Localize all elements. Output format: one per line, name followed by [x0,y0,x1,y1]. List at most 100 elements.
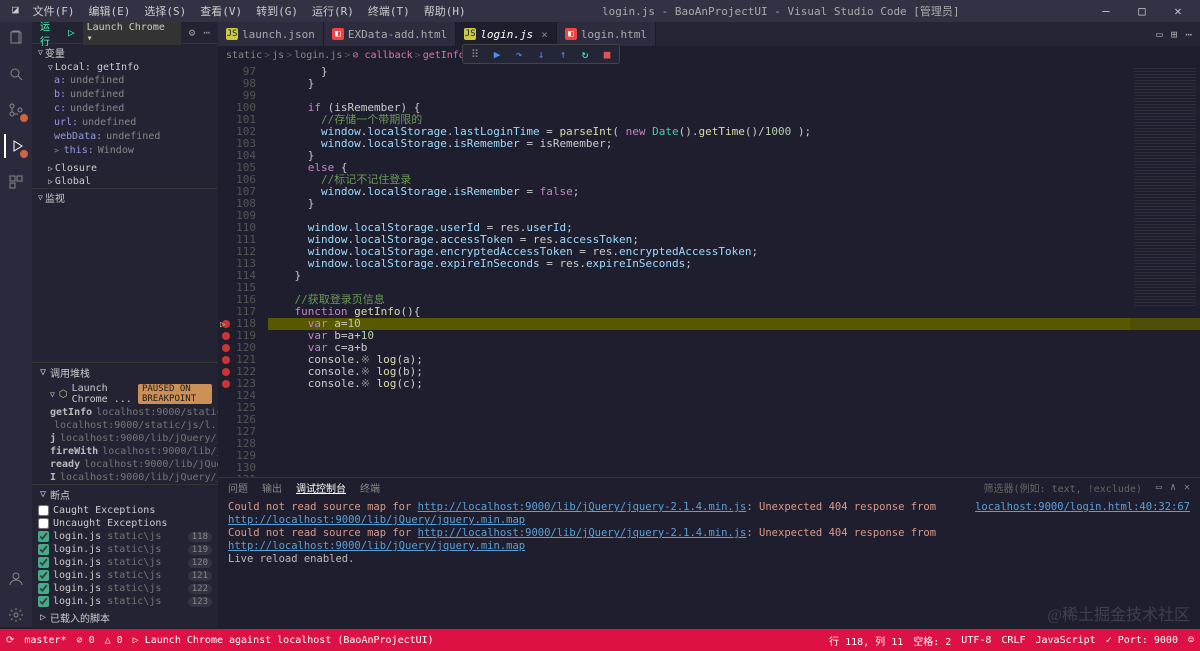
breadcrumb-item[interactable]: static [226,50,262,61]
console-link[interactable]: http://localhost:9000/lib/jQuery/jquery-… [418,527,747,539]
callstack-thread[interactable]: ▽⬡ Launch Chrome ... PAUSED ON BREAKPOIN… [32,382,218,406]
code-editor[interactable]: 9798991001011021031041051061071081091101… [218,64,1200,477]
variables-scope[interactable]: ▽Local: getInfo [32,61,218,74]
breakpoint-item[interactable]: login.js static\js123 [32,595,218,608]
debug-action-button[interactable]: ↑ [555,47,571,61]
debug-action-button[interactable]: ■ [599,47,615,61]
source-control-icon[interactable] [4,98,28,122]
status-item[interactable]: ⊘ 0 [77,635,95,646]
uncaught-exceptions[interactable]: Uncaught Exceptions [32,517,218,530]
status-item[interactable]: ▷ Launch Chrome against localhost (BaoAn… [133,635,434,646]
variables-section[interactable]: ▽变量 [32,44,218,61]
panel-tab[interactable]: 问题 [228,480,248,495]
menu-item[interactable]: 转到(G) [250,1,304,21]
global-scope[interactable]: ▷Global [32,175,218,188]
debug-console[interactable]: localhost:9000/login.html:40:32:67 Could… [218,497,1200,627]
debug-action-button[interactable]: ↷ [511,47,527,61]
explorer-icon[interactable] [4,26,28,50]
breakpoint-item[interactable]: login.js static\js121 [32,569,218,582]
loaded-scripts-section[interactable]: ▷已载入的脚本 [32,608,218,627]
variable-item[interactable]: url:undefined [54,116,212,130]
tab-action-icon[interactable]: ⋯ [1185,28,1192,41]
launch-config-select[interactable]: Launch Chrome ▾ [83,22,181,45]
callstack-section[interactable]: ▽调用堆栈 [32,363,218,382]
menu-item[interactable]: 终端(T) [362,1,416,21]
minimize-button[interactable]: — [1092,4,1120,18]
console-link[interactable]: http://localhost:9000/lib/jQuery/jquery.… [228,540,525,552]
panel-tab[interactable]: 输出 [262,480,282,495]
stack-frame[interactable]: readylocalhost:9000/lib/jQuery/jquer... [32,458,218,471]
account-icon[interactable] [4,567,28,591]
panel-action-icon[interactable]: ✕ [1184,482,1190,493]
variable-item[interactable]: c:undefined [54,102,212,116]
breadcrumb-item[interactable]: getInfo [423,50,465,61]
minimap[interactable] [1130,64,1200,477]
editor-tab[interactable]: ◧login.html [557,22,656,46]
close-button[interactable]: ✕ [1164,4,1192,18]
panel-action-icon[interactable]: ▭ [1156,482,1162,493]
close-icon[interactable]: × [541,28,548,41]
stack-frame[interactable]: getInfolocalhost:9000/static/js/login.js [32,406,218,419]
status-item[interactable]: CRLF [1001,633,1025,648]
status-item[interactable]: 行 118, 列 11 [829,633,903,648]
stack-frame[interactable]: fireWithlocalhost:9000/lib/jQuery/jquer.… [32,445,218,458]
breadcrumb-item[interactable]: login.js [294,50,342,61]
editor-tab[interactable]: JSlaunch.json [218,22,324,46]
debug-action-button[interactable]: ▶ [489,47,505,61]
breakpoint-item[interactable]: login.js static\js122 [32,582,218,595]
variable-item[interactable]: b:undefined [54,88,212,102]
debug-action-button[interactable]: ⠿ [467,47,483,61]
filter-input[interactable]: 筛选器(例如: text, !exclude) [984,480,1142,495]
maximize-button[interactable]: □ [1128,4,1156,18]
tab-action-icon[interactable]: ⊞ [1171,28,1178,41]
variable-item[interactable]: a:undefined [54,74,212,88]
breadcrumb[interactable]: static > js > login.js > ⊘ callback > ge… [218,46,1200,64]
play-icon[interactable]: ▷ [68,26,75,39]
gear-icon[interactable] [4,603,28,627]
breakpoint-item[interactable]: login.js static\js120 [32,556,218,569]
menu-item[interactable]: 帮助(H) [418,1,472,21]
watch-section[interactable]: ▽监视 [32,189,218,206]
breadcrumb-item[interactable]: js [272,50,284,61]
stack-frame[interactable]: localhost:9000/static/js/l... [32,419,218,432]
status-item[interactable]: UTF-8 [961,633,991,648]
editor-tab[interactable]: ◧EXData-add.html [324,22,456,46]
variable-item[interactable]: webData:undefined [54,130,212,144]
menu-item[interactable]: 编辑(E) [83,1,137,21]
menu-item[interactable]: 运行(R) [306,1,360,21]
status-item[interactable]: 空格: 2 [913,633,951,648]
gear-icon[interactable]: ⚙ [189,26,196,39]
panel-action-icon[interactable]: ∧ [1170,482,1176,493]
closure-scope[interactable]: ▷Closure [32,162,218,175]
debug-action-button[interactable]: ↓ [533,47,549,61]
console-link[interactable]: http://localhost:9000/lib/jQuery/jquery.… [228,514,525,526]
extensions-icon[interactable] [4,170,28,194]
status-item[interactable]: ✓ Port: 9000 [1106,633,1178,648]
breadcrumb-item[interactable]: ⊘ callback [352,50,412,61]
more-icon[interactable]: ⋯ [203,26,210,39]
breakpoint-item[interactable]: login.js static\js119 [32,543,218,556]
menu-item[interactable]: 查看(V) [194,1,248,21]
status-item[interactable]: ⟳ [6,635,14,646]
panel-tab[interactable]: 调试控制台 [296,480,346,495]
console-link[interactable]: http://localhost:9000/lib/jQuery/jquery-… [418,501,747,513]
debug-icon[interactable] [4,134,28,158]
menu-item[interactable]: 选择(S) [138,1,192,21]
panel-tab[interactable]: 终端 [360,480,380,495]
tab-action-icon[interactable]: ▭ [1156,28,1163,41]
status-item[interactable]: JavaScript [1036,633,1096,648]
status-item[interactable]: master* [24,635,66,646]
search-icon[interactable] [4,62,28,86]
breakpoints-section[interactable]: ▽断点 [32,485,218,504]
editor-tab[interactable]: JSlogin.js× [456,22,557,46]
debug-action-button[interactable]: ↻ [577,47,593,61]
stack-frame[interactable]: Ilocalhost:9000/lib/jQuery/jquery-2.1... [32,471,218,484]
status-item[interactable]: △ 0 [105,635,123,646]
caught-exceptions[interactable]: Caught Exceptions [32,504,218,517]
status-item[interactable]: ☺ [1188,633,1194,648]
stack-frame[interactable]: jlocalhost:9000/lib/jQuery/jquery-2.1... [32,432,218,445]
console-source-link[interactable]: localhost:9000/login.html:40:32:67 [975,501,1190,514]
variable-item[interactable]: this:Window [54,144,212,158]
breakpoint-item[interactable]: login.js static\js118 [32,530,218,543]
menu-item[interactable]: 文件(F) [27,1,81,21]
